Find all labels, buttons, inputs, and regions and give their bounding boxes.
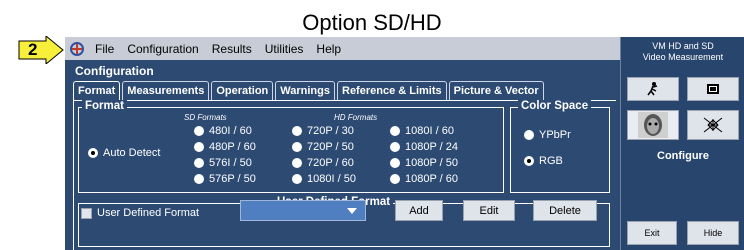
radio-dot: [390, 126, 400, 136]
radio-dot: [292, 126, 302, 136]
radio-dot: [524, 130, 534, 140]
app-logo-icon[interactable]: [69, 41, 87, 57]
radio-hd-1080i-60[interactable]: 1080I / 60: [390, 125, 454, 137]
radio-label: Auto Detect: [103, 147, 161, 159]
vector-scope-icon: [703, 117, 723, 133]
callout-arrow-icon: [18, 34, 64, 66]
checkbox-label: User Defined Format: [97, 207, 200, 219]
radio-dot: [194, 158, 204, 168]
format-tab-panel: Format SD Formats HD Formats Auto Detect…: [73, 100, 616, 250]
radio-hd-720p-60[interactable]: 720P / 60: [292, 157, 354, 169]
radio-rgb[interactable]: RGB: [524, 155, 563, 167]
callout-number: 2: [28, 40, 38, 59]
radio-sd-480i-60[interactable]: 480I / 60: [194, 125, 252, 137]
delete-button[interactable]: Delete: [533, 200, 597, 221]
radio-dot: [390, 174, 400, 184]
radio-sd-576p-50[interactable]: 576P / 50: [194, 173, 256, 185]
radio-hd-1080p-24[interactable]: 1080P / 24: [390, 141, 458, 153]
configure-label: Configure: [657, 150, 709, 162]
tool-button-vector[interactable]: [687, 110, 739, 140]
menu-help[interactable]: Help: [316, 42, 341, 56]
radio-hd-720p-30[interactable]: 720P / 30: [292, 125, 354, 137]
hd-formats-heading: HD Formats: [334, 113, 378, 122]
app-title-line-1: VM HD and SD: [652, 41, 714, 51]
tool-button-figure[interactable]: [627, 77, 679, 101]
tab-bar: Format Measurements Operation Warnings R…: [73, 81, 546, 101]
checkbox-box: [81, 207, 92, 219]
tab-picture-vector[interactable]: Picture & Vector: [448, 81, 544, 100]
radio-label: 720P / 30: [307, 125, 354, 137]
add-button[interactable]: Add: [395, 200, 443, 221]
chevron-down-icon: [347, 208, 357, 214]
configuration-heading: Configuration: [75, 64, 154, 78]
radio-dot: [194, 174, 204, 184]
exit-button[interactable]: Exit: [627, 221, 677, 245]
tab-warnings[interactable]: Warnings: [275, 81, 335, 100]
tab-format[interactable]: Format: [73, 81, 121, 100]
radio-label: 576P / 50: [209, 173, 256, 185]
tab-reference-limits[interactable]: Reference & Limits: [337, 81, 447, 100]
radio-dot: [88, 148, 98, 158]
radio-label: 1080I / 50: [307, 173, 356, 185]
radio-label: 720P / 50: [307, 141, 354, 153]
color-space-group: [510, 107, 610, 193]
menu-bar: File Configuration Results Utilities Hel…: [65, 37, 620, 60]
tab-operation[interactable]: Operation: [211, 81, 274, 100]
radio-sd-576i-50[interactable]: 576I / 50: [194, 157, 252, 169]
callout-arrow: 2: [18, 34, 64, 66]
menu-results[interactable]: Results: [212, 42, 252, 56]
window-icon: [707, 84, 719, 94]
radio-dot: [524, 156, 534, 166]
radio-ypbpr[interactable]: YPbPr: [524, 129, 571, 141]
tool-button-window[interactable]: [687, 77, 739, 101]
app-title: VM HD and SD Video Measurement: [621, 41, 744, 63]
menu-file[interactable]: File: [95, 42, 114, 56]
face-picture-icon: [638, 112, 668, 138]
color-space-label: Color Space: [518, 100, 592, 112]
radio-label: 576I / 50: [209, 157, 252, 169]
right-control-panel: VM HD and SD Video Measurement Configure…: [620, 37, 744, 250]
figure-caption: Option SD/HD: [302, 10, 442, 35]
radio-label: 480P / 60: [209, 141, 256, 153]
menu-configuration[interactable]: Configuration: [127, 42, 198, 56]
radio-dot: [292, 158, 302, 168]
radio-label: YPbPr: [539, 129, 571, 141]
menu-utilities[interactable]: Utilities: [265, 42, 304, 56]
radio-hd-720p-50[interactable]: 720P / 50: [292, 141, 354, 153]
radio-label: 1080P / 50: [405, 157, 459, 169]
application-window: File Configuration Results Utilities Hel…: [65, 37, 744, 250]
app-title-line-2: Video Measurement: [642, 52, 724, 62]
tool-button-face[interactable]: [627, 110, 679, 140]
radio-hd-1080p-50[interactable]: 1080P / 50: [390, 157, 458, 169]
radio-dot: [292, 174, 302, 184]
radio-label: 480I / 60: [209, 125, 252, 137]
tab-measurements[interactable]: Measurements: [122, 81, 210, 100]
radio-dot: [292, 142, 302, 152]
format-group-label: Format: [82, 100, 127, 112]
radio-dot: [390, 158, 400, 168]
radio-hd-1080i-50[interactable]: 1080I / 50: [292, 173, 356, 185]
radio-dot: [390, 142, 400, 152]
sd-formats-heading: SD Formats: [184, 113, 227, 122]
radio-label: 1080I / 60: [405, 125, 454, 137]
user-defined-checkbox[interactable]: User Defined Format: [81, 207, 199, 219]
radio-label: 1080P / 24: [405, 141, 459, 153]
user-defined-format-select[interactable]: [240, 200, 366, 221]
radio-label: 720P / 60: [307, 157, 354, 169]
edit-button[interactable]: Edit: [463, 200, 515, 221]
radio-auto-detect[interactable]: Auto Detect: [88, 147, 160, 159]
radio-label: 1080P / 60: [405, 173, 459, 185]
hide-button[interactable]: Hide: [687, 221, 739, 245]
running-figure-icon: [647, 82, 658, 96]
radio-sd-480p-60[interactable]: 480P / 60: [194, 141, 256, 153]
radio-label: RGB: [539, 155, 563, 167]
radio-dot: [194, 142, 204, 152]
radio-hd-1080p-60[interactable]: 1080P / 60: [390, 173, 458, 185]
radio-dot: [194, 126, 204, 136]
